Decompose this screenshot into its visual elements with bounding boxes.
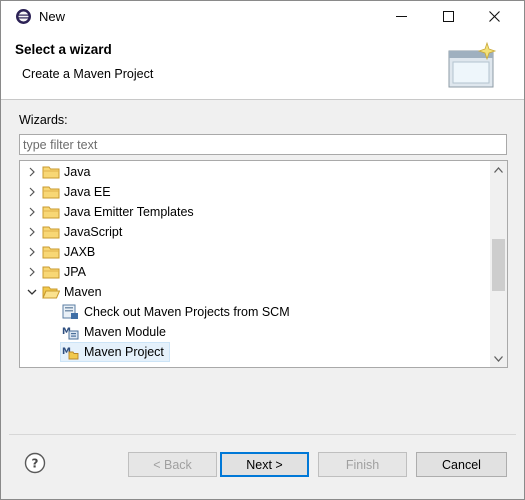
scroll-thumb[interactable] bbox=[492, 239, 505, 291]
chevron-right-icon[interactable] bbox=[26, 206, 38, 218]
tree-item-label: Check out Maven Projects from SCM bbox=[84, 305, 290, 319]
tree-item-maven[interactable]: Maven bbox=[20, 282, 490, 302]
help-icon[interactable]: ? bbox=[24, 452, 46, 474]
minimize-icon bbox=[395, 15, 407, 17]
folder-icon bbox=[42, 166, 60, 179]
svg-text:?: ? bbox=[32, 457, 39, 471]
button-bar-separator bbox=[9, 434, 516, 435]
tree-item-java-emitter-templates[interactable]: Java Emitter Templates bbox=[20, 202, 490, 222]
back-button[interactable]: < Back bbox=[128, 452, 217, 477]
eclipse-icon bbox=[16, 9, 31, 24]
tree-item-java[interactable]: Java bbox=[20, 162, 490, 182]
maximize-button[interactable] bbox=[425, 1, 471, 31]
scroll-down-button[interactable] bbox=[490, 350, 507, 367]
folder-icon bbox=[42, 206, 60, 219]
wizards-label: Wizards: bbox=[19, 113, 68, 127]
close-button[interactable] bbox=[471, 1, 517, 31]
chevron-down-icon bbox=[494, 355, 503, 362]
tree-item-label: Java Emitter Templates bbox=[64, 205, 194, 219]
minimize-button[interactable] bbox=[378, 1, 424, 31]
maven-project-icon: M bbox=[62, 347, 79, 360]
tree-item-label: JavaScript bbox=[64, 225, 123, 239]
maximize-icon bbox=[442, 10, 454, 22]
next-button[interactable]: Next > bbox=[220, 452, 309, 477]
tree-item-label: JAXB bbox=[64, 245, 96, 259]
chevron-right-icon[interactable] bbox=[26, 246, 38, 258]
folder-open-icon bbox=[42, 286, 60, 299]
folder-icon bbox=[42, 186, 60, 199]
wizard-header: Select a wizard Create a Maven Project bbox=[1, 32, 524, 100]
tree-item-checkout-maven-scm[interactable]: Check out Maven Projects from SCM bbox=[20, 302, 490, 322]
wizard-tree[interactable]: Java Java EE Java Emitter Templates Java… bbox=[19, 160, 508, 368]
tree-item-label: Maven Project bbox=[84, 345, 164, 359]
page-description: Create a Maven Project bbox=[22, 67, 154, 81]
chevron-down-icon[interactable] bbox=[26, 286, 38, 298]
maven-checkout-icon bbox=[62, 304, 78, 319]
folder-icon bbox=[42, 266, 60, 279]
chevron-right-icon[interactable] bbox=[26, 166, 38, 178]
folder-icon bbox=[42, 246, 60, 259]
tree-item-java-ee[interactable]: Java EE bbox=[20, 182, 490, 202]
folder-icon bbox=[42, 226, 60, 239]
finish-button[interactable]: Finish bbox=[318, 452, 407, 477]
page-title: Select a wizard bbox=[15, 42, 112, 57]
close-icon bbox=[488, 10, 500, 22]
wizard-banner-icon bbox=[448, 41, 497, 88]
chevron-right-icon[interactable] bbox=[26, 186, 38, 198]
tree-item-javascript[interactable]: JavaScript bbox=[20, 222, 490, 242]
tree-item-label: JPA bbox=[64, 265, 86, 279]
tree-item-maven-project[interactable]: M Maven Project bbox=[20, 342, 490, 362]
tree-item-label: Maven bbox=[64, 285, 102, 299]
tree-item-label: Maven Module bbox=[84, 325, 166, 339]
window-title: New bbox=[39, 9, 66, 24]
chevron-up-icon bbox=[494, 166, 503, 173]
tree-item-maven-module[interactable]: M Maven Module bbox=[20, 322, 490, 342]
scroll-up-button[interactable] bbox=[490, 161, 507, 178]
chevron-right-icon[interactable] bbox=[26, 266, 38, 278]
maven-module-icon: M bbox=[62, 327, 79, 340]
title-bar: New bbox=[1, 1, 524, 32]
cancel-button[interactable]: Cancel bbox=[416, 452, 507, 477]
chevron-right-icon[interactable] bbox=[26, 226, 38, 238]
tree-item-jaxb[interactable]: JAXB bbox=[20, 242, 490, 262]
tree-item-label: Java EE bbox=[64, 185, 111, 199]
tree-item-label: Java bbox=[64, 165, 91, 179]
new-wizard-dialog: New Select a wizard Create a Maven Proje… bbox=[0, 0, 525, 500]
filter-input[interactable] bbox=[19, 134, 507, 155]
tree-scrollbar[interactable] bbox=[490, 161, 507, 367]
tree-item-jpa[interactable]: JPA bbox=[20, 262, 490, 282]
